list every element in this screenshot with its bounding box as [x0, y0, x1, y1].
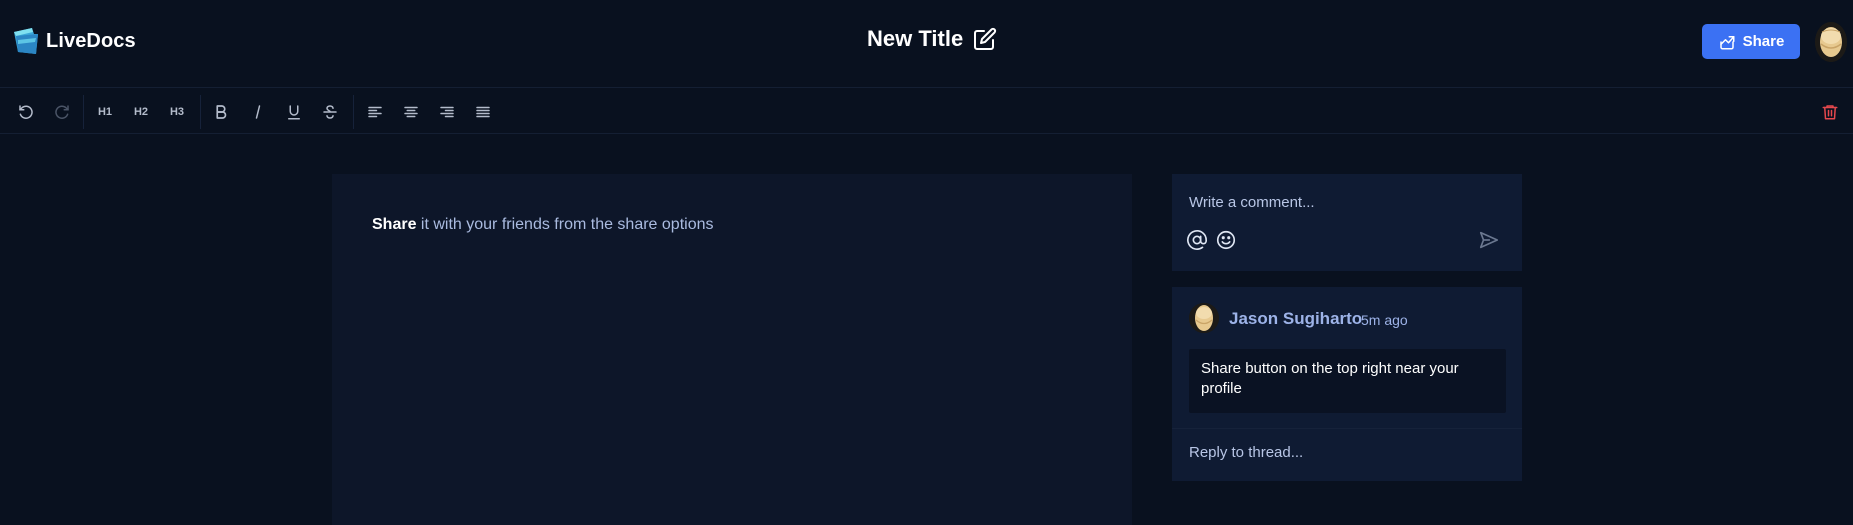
share-button[interactable]: Share — [1702, 24, 1800, 59]
align-center-icon[interactable] — [398, 100, 424, 124]
top-bar: LiveDocs New Title Share — [0, 0, 1853, 88]
send-icon[interactable] — [1478, 229, 1500, 251]
folder-logo-icon — [14, 28, 38, 54]
heading-3-button[interactable]: H3 — [164, 100, 190, 124]
share-icon — [1719, 35, 1735, 49]
comment-timestamp: 5m ago — [1361, 312, 1408, 328]
avatar-image — [1189, 303, 1219, 333]
commenter-avatar — [1189, 303, 1219, 333]
heading-2-button[interactable]: H2 — [128, 100, 154, 124]
heading-1-button[interactable]: H1 — [92, 100, 118, 124]
smiley-icon[interactable] — [1215, 229, 1237, 251]
trash-icon[interactable] — [1817, 100, 1843, 124]
app-logo[interactable]: LiveDocs — [12, 26, 136, 56]
align-right-icon[interactable] — [434, 100, 460, 124]
redo-icon[interactable] — [49, 100, 75, 124]
user-avatar[interactable] — [1815, 22, 1847, 62]
editor-paragraph[interactable]: Share it with your friends from the shar… — [372, 216, 714, 234]
thread-divider — [1172, 428, 1522, 429]
editor-text: it with your friends from the share opti… — [416, 216, 714, 233]
comment-composer — [1172, 174, 1522, 271]
document-title[interactable]: New Title — [867, 26, 963, 52]
align-left-icon[interactable] — [362, 100, 388, 124]
comment-thread: Jason Sugiharto 5m ago Share button on t… — [1172, 287, 1522, 481]
bold-icon[interactable] — [208, 100, 234, 124]
comment-author: Jason Sugiharto — [1229, 309, 1363, 328]
editor-bold-text: Share — [372, 216, 417, 233]
toolbar-divider — [353, 95, 354, 129]
comment-input[interactable] — [1189, 194, 1509, 211]
document-title-area: New Title — [867, 26, 997, 52]
edit-icon[interactable] — [973, 27, 997, 51]
document-editor[interactable]: Share it with your friends from the shar… — [332, 174, 1132, 525]
undo-icon[interactable] — [13, 100, 39, 124]
italic-icon[interactable] — [245, 100, 271, 124]
comment-body: Share button on the top right near your … — [1189, 349, 1506, 413]
at-icon[interactable] — [1186, 229, 1208, 251]
avatar-image — [1815, 22, 1847, 62]
strikethrough-icon[interactable] — [317, 100, 343, 124]
toolbar-divider — [200, 95, 201, 129]
app-name: LiveDocs — [46, 29, 136, 52]
share-button-label: Share — [1742, 33, 1785, 50]
reply-input[interactable] — [1189, 444, 1509, 461]
toolbar-divider — [83, 95, 84, 129]
formatting-toolbar: H1 H2 H3 — [0, 89, 1853, 134]
underline-icon[interactable] — [281, 100, 307, 124]
align-justify-icon[interactable] — [470, 100, 496, 124]
